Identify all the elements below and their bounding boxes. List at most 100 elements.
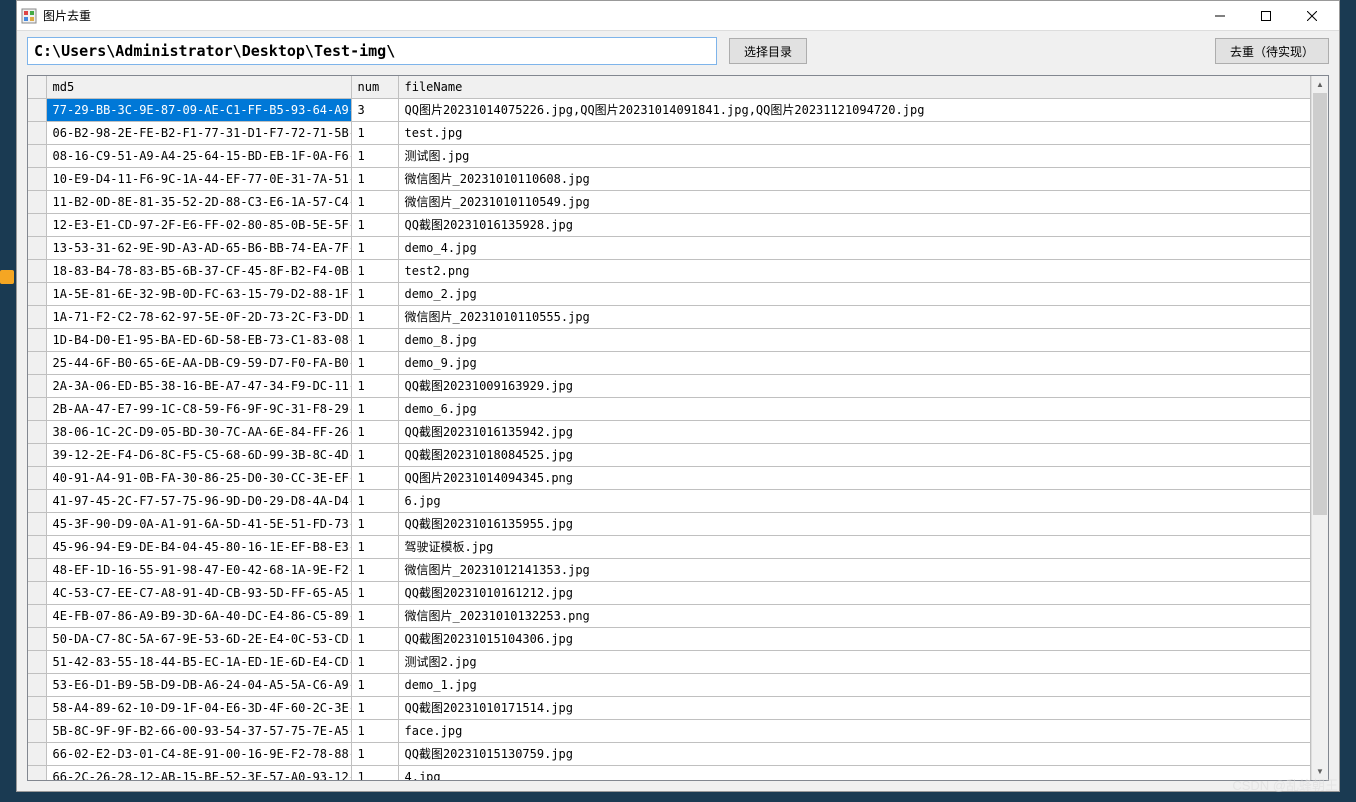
cell-filename[interactable]: 微信图片_20231010110608.jpg (398, 167, 1311, 190)
row-header[interactable] (28, 489, 46, 512)
cell-md5[interactable]: 4C-53-C7-EE-C7-A8-91-4D-CB-93-5D-FF-65-A… (46, 581, 351, 604)
cell-num[interactable]: 1 (351, 650, 398, 673)
cell-num[interactable]: 1 (351, 535, 398, 558)
table-row[interactable]: 39-12-2E-F4-D6-8C-F5-C5-68-6D-99-3B-8C-4… (28, 443, 1311, 466)
table-row[interactable]: 1A-5E-81-6E-32-9B-0D-FC-63-15-79-D2-88-1… (28, 282, 1311, 305)
cell-num[interactable]: 1 (351, 742, 398, 765)
data-grid[interactable]: md5 num fileName 77-29-BB-3C-9E-87-09-AE… (27, 75, 1329, 781)
cell-filename[interactable]: demo_2.jpg (398, 282, 1311, 305)
cell-md5[interactable]: 25-44-6F-B0-65-6E-AA-DB-C9-59-D7-F0-FA-B… (46, 351, 351, 374)
cell-md5[interactable]: 08-16-C9-51-A9-A4-25-64-15-BD-EB-1F-0A-F… (46, 144, 351, 167)
table-row[interactable]: 08-16-C9-51-A9-A4-25-64-15-BD-EB-1F-0A-F… (28, 144, 1311, 167)
table-row[interactable]: 11-B2-0D-8E-81-35-52-2D-88-C3-E6-1A-57-C… (28, 190, 1311, 213)
cell-num[interactable]: 1 (351, 259, 398, 282)
cell-filename[interactable]: QQ图片20231014094345.png (398, 466, 1311, 489)
cell-num[interactable]: 1 (351, 466, 398, 489)
cell-filename[interactable]: 测试图.jpg (398, 144, 1311, 167)
cell-num[interactable]: 1 (351, 374, 398, 397)
cell-filename[interactable]: demo_4.jpg (398, 236, 1311, 259)
table-row[interactable]: 66-2C-26-28-12-AB-15-BF-52-3F-57-A0-93-1… (28, 765, 1311, 780)
cell-num[interactable]: 1 (351, 305, 398, 328)
cell-num[interactable]: 1 (351, 190, 398, 213)
cell-filename[interactable]: QQ图片20231014075226.jpg,QQ图片2023101409184… (398, 98, 1311, 121)
cell-num[interactable]: 1 (351, 167, 398, 190)
cell-num[interactable]: 1 (351, 236, 398, 259)
column-header-md5[interactable]: md5 (46, 76, 351, 98)
table-row[interactable]: 1A-71-F2-C2-78-62-97-5E-0F-2D-73-2C-F3-D… (28, 305, 1311, 328)
row-header-corner[interactable] (28, 76, 46, 98)
cell-filename[interactable]: QQ截图20231010161212.jpg (398, 581, 1311, 604)
cell-md5[interactable]: 1A-71-F2-C2-78-62-97-5E-0F-2D-73-2C-F3-D… (46, 305, 351, 328)
cell-num[interactable]: 1 (351, 489, 398, 512)
row-header[interactable] (28, 190, 46, 213)
cell-md5[interactable]: 45-3F-90-D9-0A-A1-91-6A-5D-41-5E-51-FD-7… (46, 512, 351, 535)
table-row[interactable]: 40-91-A4-91-0B-FA-30-86-25-D0-30-CC-3E-E… (28, 466, 1311, 489)
cell-md5[interactable]: 77-29-BB-3C-9E-87-09-AE-C1-FF-B5-93-64-A… (46, 98, 351, 121)
cell-md5[interactable]: 41-97-45-2C-F7-57-75-96-9D-D0-29-D8-4A-D… (46, 489, 351, 512)
table-row[interactable]: 2B-AA-47-E7-99-1C-C8-59-F6-9F-9C-31-F8-2… (28, 397, 1311, 420)
table-row[interactable]: 66-02-E2-D3-01-C4-8E-91-00-16-9E-F2-78-8… (28, 742, 1311, 765)
cell-filename[interactable]: demo_8.jpg (398, 328, 1311, 351)
cell-md5[interactable]: 13-53-31-62-9E-9D-A3-AD-65-B6-BB-74-EA-7… (46, 236, 351, 259)
row-header[interactable] (28, 581, 46, 604)
cell-filename[interactable]: 测试图2.jpg (398, 650, 1311, 673)
cell-md5[interactable]: 38-06-1C-2C-D9-05-BD-30-7C-AA-6E-84-FF-2… (46, 420, 351, 443)
cell-num[interactable]: 1 (351, 144, 398, 167)
cell-filename[interactable]: QQ截图20231016135942.jpg (398, 420, 1311, 443)
cell-num[interactable]: 1 (351, 696, 398, 719)
cell-md5[interactable]: 53-E6-D1-B9-5B-D9-DB-A6-24-04-A5-5A-C6-A… (46, 673, 351, 696)
cell-num[interactable]: 1 (351, 604, 398, 627)
table-row[interactable]: 53-E6-D1-B9-5B-D9-DB-A6-24-04-A5-5A-C6-A… (28, 673, 1311, 696)
table-row[interactable]: 18-83-B4-78-83-B5-6B-37-CF-45-8F-B2-F4-0… (28, 259, 1311, 282)
cell-filename[interactable]: 微信图片_20231010110555.jpg (398, 305, 1311, 328)
cell-filename[interactable]: 微信图片_20231010110549.jpg (398, 190, 1311, 213)
cell-num[interactable]: 1 (351, 420, 398, 443)
select-directory-button[interactable]: 选择目录 (729, 38, 807, 64)
column-header-num[interactable]: num (351, 76, 398, 98)
cell-md5[interactable]: 39-12-2E-F4-D6-8C-F5-C5-68-6D-99-3B-8C-4… (46, 443, 351, 466)
table-row[interactable]: 13-53-31-62-9E-9D-A3-AD-65-B6-BB-74-EA-7… (28, 236, 1311, 259)
row-header[interactable] (28, 167, 46, 190)
cell-md5[interactable]: 45-96-94-E9-DE-B4-04-45-80-16-1E-EF-B8-E… (46, 535, 351, 558)
cell-num[interactable]: 1 (351, 282, 398, 305)
cell-filename[interactable]: demo_1.jpg (398, 673, 1311, 696)
cell-num[interactable]: 1 (351, 719, 398, 742)
row-header[interactable] (28, 742, 46, 765)
table-row[interactable]: 50-DA-C7-8C-5A-67-9E-53-6D-2E-E4-0C-53-C… (28, 627, 1311, 650)
table-row[interactable]: 77-29-BB-3C-9E-87-09-AE-C1-FF-B5-93-64-A… (28, 98, 1311, 121)
cell-md5[interactable]: 58-A4-89-62-10-D9-1F-04-E6-3D-4F-60-2C-3… (46, 696, 351, 719)
row-header[interactable] (28, 535, 46, 558)
table-row[interactable]: 45-96-94-E9-DE-B4-04-45-80-16-1E-EF-B8-E… (28, 535, 1311, 558)
cell-num[interactable]: 1 (351, 765, 398, 780)
row-header[interactable] (28, 236, 46, 259)
cell-md5[interactable]: 48-EF-1D-16-55-91-98-47-E0-42-68-1A-9E-F… (46, 558, 351, 581)
scroll-up-arrow[interactable]: ▲ (1312, 76, 1328, 93)
row-header[interactable] (28, 282, 46, 305)
cell-num[interactable]: 1 (351, 121, 398, 144)
cell-filename[interactable]: QQ截图20231015130759.jpg (398, 742, 1311, 765)
path-input[interactable] (27, 37, 717, 65)
cell-num[interactable]: 1 (351, 351, 398, 374)
table-row[interactable]: 38-06-1C-2C-D9-05-BD-30-7C-AA-6E-84-FF-2… (28, 420, 1311, 443)
table-row[interactable]: 51-42-83-55-18-44-B5-EC-1A-ED-1E-6D-E4-C… (28, 650, 1311, 673)
cell-num[interactable]: 1 (351, 673, 398, 696)
cell-md5[interactable]: 06-B2-98-2E-FE-B2-F1-77-31-D1-F7-72-71-5… (46, 121, 351, 144)
cell-filename[interactable]: QQ截图20231009163929.jpg (398, 374, 1311, 397)
table-row[interactable]: 1D-B4-D0-E1-95-BA-ED-6D-58-EB-73-C1-83-0… (28, 328, 1311, 351)
table-row[interactable]: 45-3F-90-D9-0A-A1-91-6A-5D-41-5E-51-FD-7… (28, 512, 1311, 535)
cell-filename[interactable]: 驾驶证模板.jpg (398, 535, 1311, 558)
cell-md5[interactable]: 50-DA-C7-8C-5A-67-9E-53-6D-2E-E4-0C-53-C… (46, 627, 351, 650)
cell-filename[interactable]: 微信图片_20231010132253.png (398, 604, 1311, 627)
cell-filename[interactable]: face.jpg (398, 719, 1311, 742)
row-header[interactable] (28, 144, 46, 167)
cell-md5[interactable]: 4E-FB-07-86-A9-B9-3D-6A-40-DC-E4-86-C5-8… (46, 604, 351, 627)
row-header[interactable] (28, 259, 46, 282)
cell-filename[interactable]: 4.jpg (398, 765, 1311, 780)
cell-filename[interactable]: QQ截图20231016135955.jpg (398, 512, 1311, 535)
cell-md5[interactable]: 40-91-A4-91-0B-FA-30-86-25-D0-30-CC-3E-E… (46, 466, 351, 489)
cell-filename[interactable]: QQ截图20231016135928.jpg (398, 213, 1311, 236)
close-button[interactable] (1289, 1, 1335, 31)
cell-md5[interactable]: 66-02-E2-D3-01-C4-8E-91-00-16-9E-F2-78-8… (46, 742, 351, 765)
minimize-button[interactable] (1197, 1, 1243, 31)
cell-filename[interactable]: 微信图片_20231012141353.jpg (398, 558, 1311, 581)
